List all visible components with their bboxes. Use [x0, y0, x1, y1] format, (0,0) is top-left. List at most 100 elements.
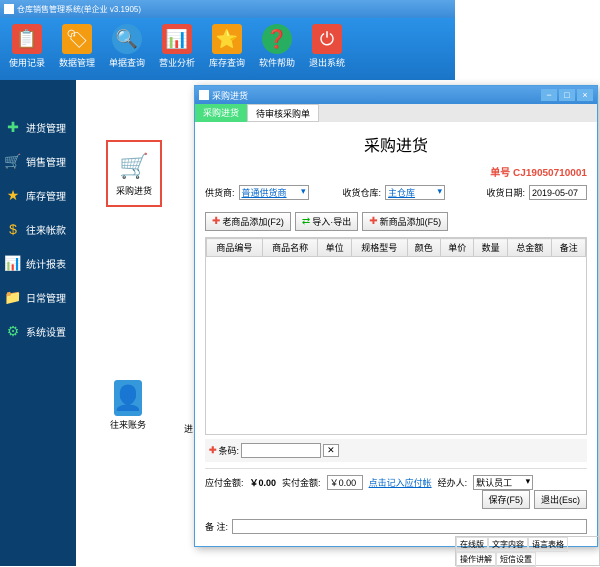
- column-header: 规格型号: [351, 239, 407, 257]
- sidebar-item-1[interactable]: 🛒 销售管理: [0, 144, 76, 178]
- status-item[interactable]: 文字内容: [488, 537, 528, 552]
- toolbar-label: 库存查询: [202, 56, 252, 69]
- sidebar-icon: 🛒: [4, 152, 22, 170]
- exit-button[interactable]: 退出(Esc): [534, 490, 587, 509]
- sidebar-item-5[interactable]: 📁 日常管理: [0, 280, 76, 314]
- toolbar-icon: ⭐: [212, 24, 242, 54]
- modal-title-text: 采购进货: [212, 89, 248, 102]
- close-button[interactable]: ×: [577, 89, 593, 101]
- sidebar: ✚ 进货管理 🛒 销售管理 ★ 库存管理 $ 往来帐款 📊 统计报表 📁 日常管理 ⚙ 系统设置: [0, 80, 76, 566]
- date-label: 收货日期:: [486, 186, 525, 199]
- toolbar-2[interactable]: 🔍单据查询: [102, 22, 152, 76]
- barcode-label: 条码:: [219, 444, 240, 457]
- toolbar-1[interactable]: 🏷 数据管理: [52, 22, 102, 76]
- column-header: 商品名称: [262, 239, 318, 257]
- person-book-icon: 👤: [114, 380, 142, 416]
- sidebar-label: 系统设置: [26, 324, 66, 339]
- barcode-clear-button[interactable]: ✕: [323, 444, 339, 457]
- auto-store-link[interactable]: 点击记入应付帐: [369, 476, 432, 489]
- plus-icon: ✚: [209, 445, 217, 456]
- sidebar-icon: 📁: [4, 288, 22, 306]
- toolbar-label: 数据管理: [52, 56, 102, 69]
- supplier-dropdown[interactable]: 普通供货商: [239, 185, 309, 200]
- maximize-button[interactable]: □: [559, 89, 575, 101]
- add-new-product-button[interactable]: ✚新商品添加(F5): [362, 212, 448, 231]
- warehouse-label: 收货仓库:: [343, 186, 382, 199]
- add-old-product-button[interactable]: ✚老商品添加(F2): [205, 212, 291, 231]
- payable-amount: ￥0.00: [250, 476, 277, 489]
- sidebar-item-0[interactable]: ✚ 进货管理: [0, 110, 76, 144]
- column-header: 数量: [474, 239, 507, 257]
- toolbar-icon: ⏻: [312, 24, 342, 54]
- sidebar-icon: ✚: [4, 118, 22, 136]
- toolbar-3[interactable]: 📊 营业分析: [152, 22, 202, 76]
- canvas-item-label: 往来账务: [110, 418, 146, 431]
- toolbar-icon: 🏷: [62, 24, 92, 54]
- toolbar-label: 软件帮助: [252, 56, 302, 69]
- canvas-item-label: 采购进货: [116, 184, 152, 197]
- import-export-button[interactable]: ⇄导入·导出: [295, 212, 358, 231]
- main-toolbar: 📋 使用记录 🏷 数据管理🔍单据查询 📊 营业分析 ⭐ 库存查询 ❓ 软件帮助 ⏻ 退出系统: [0, 18, 455, 80]
- warehouse-dropdown[interactable]: 主仓库: [385, 185, 445, 200]
- order-number: 单号 CJ19050710001: [205, 164, 587, 179]
- minimize-button[interactable]: −: [541, 89, 557, 101]
- sidebar-icon: ★: [4, 186, 22, 204]
- toolbar-5[interactable]: ❓ 软件帮助: [252, 22, 302, 76]
- sidebar-item-3[interactable]: $ 往来帐款: [0, 212, 76, 246]
- column-header: 颜色: [407, 239, 440, 257]
- toolbar-4[interactable]: ⭐ 库存查询: [202, 22, 252, 76]
- remark-input[interactable]: [232, 519, 587, 534]
- remark-label: 备 注:: [205, 520, 228, 533]
- cart-plus-icon: 🛒: [118, 150, 150, 182]
- column-header: 单位: [318, 239, 351, 257]
- sidebar-label: 销售管理: [26, 154, 66, 169]
- toolbar-label: 退出系统: [302, 56, 352, 69]
- toolbar-label: 营业分析: [152, 56, 202, 69]
- app-icon: [4, 4, 14, 14]
- status-item[interactable]: 操作讲解: [456, 552, 496, 567]
- toolbar-icon: 📊: [162, 24, 192, 54]
- sidebar-item-2[interactable]: ★ 库存管理: [0, 178, 76, 212]
- paid-label: 实付金额:: [282, 476, 321, 489]
- column-header: 备注: [552, 239, 586, 257]
- toolbar-icon: 🔍: [112, 24, 142, 54]
- status-item[interactable]: 在线版: [456, 537, 488, 552]
- tab-purchase[interactable]: 采购进货: [195, 104, 247, 122]
- product-table: 商品编号商品名称单位规格型号颜色单价数量总金额备注: [205, 237, 587, 435]
- toolbar-0[interactable]: 📋 使用记录: [2, 22, 52, 76]
- toolbar-icon: 📋: [12, 24, 42, 54]
- app-title: 仓库销售管理系统(单企业 v3.1905): [17, 4, 141, 15]
- column-header: 单价: [441, 239, 474, 257]
- main-titlebar: 仓库销售管理系统(单企业 v3.1905): [0, 0, 455, 18]
- modal-titlebar: 采购进货 − □ ×: [195, 86, 597, 104]
- canvas-item-account[interactable]: 👤 往来账务: [110, 380, 146, 431]
- canvas-item-purchase[interactable]: 🛒 采购进货: [106, 140, 162, 207]
- sidebar-icon: $: [4, 220, 22, 238]
- status-item[interactable]: 短信设置: [496, 552, 536, 567]
- sidebar-item-4[interactable]: 📊 统计报表: [0, 246, 76, 280]
- toolbar-icon: ❓: [262, 24, 292, 54]
- bottom-status-bar: 在线版文字内容语言表格操作讲解短信设置: [455, 536, 600, 566]
- sidebar-icon: 📊: [4, 254, 22, 272]
- sidebar-label: 库存管理: [26, 188, 66, 203]
- toolbar-label: 使用记录: [2, 56, 52, 69]
- status-item[interactable]: 语言表格: [528, 537, 568, 552]
- sidebar-icon: ⚙: [4, 322, 22, 340]
- barcode-input[interactable]: [241, 443, 321, 458]
- save-button[interactable]: 保存(F5): [482, 490, 531, 509]
- tab-pending[interactable]: 待审核采购单: [247, 104, 319, 122]
- toolbar-6[interactable]: ⏻ 退出系统: [302, 22, 352, 76]
- operator-label: 经办人:: [438, 476, 468, 489]
- canvas-item-stub: 进: [184, 422, 193, 435]
- sidebar-label: 往来帐款: [26, 222, 66, 237]
- form-title: 采购进货: [205, 132, 587, 156]
- purchase-modal: 采购进货 − □ × 采购进货 待审核采购单 采购进货 单号 CJ1905071…: [194, 85, 598, 547]
- payable-label: 应付金额:: [205, 476, 244, 489]
- paid-input[interactable]: [327, 475, 363, 490]
- sidebar-item-6[interactable]: ⚙ 系统设置: [0, 314, 76, 348]
- date-input[interactable]: [529, 185, 587, 200]
- sidebar-label: 日常管理: [26, 290, 66, 305]
- operator-dropdown[interactable]: 默认员工: [473, 475, 533, 490]
- sidebar-label: 进货管理: [26, 120, 66, 135]
- sidebar-label: 统计报表: [26, 256, 66, 271]
